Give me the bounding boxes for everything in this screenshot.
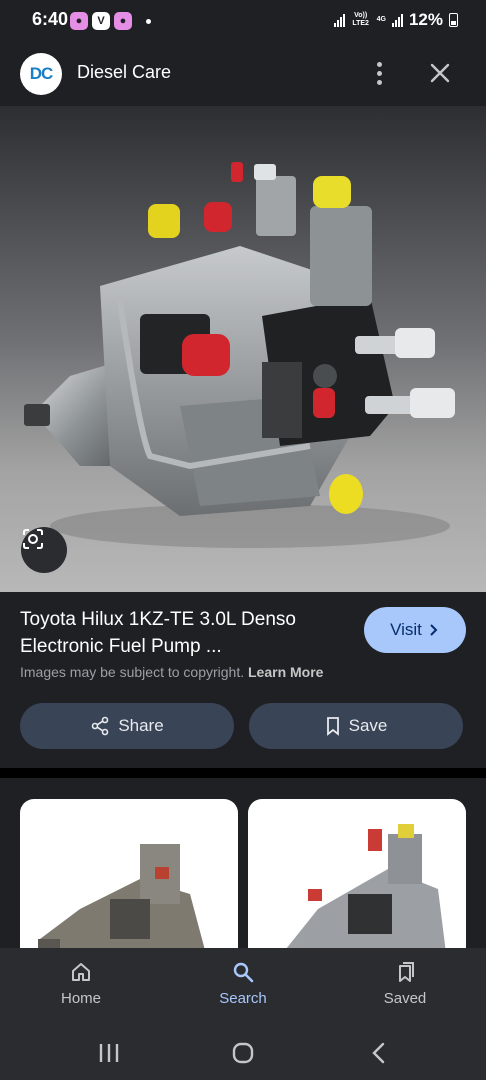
- search-icon: [233, 962, 254, 983]
- save-button[interactable]: Save: [249, 703, 463, 749]
- nav-home[interactable]: Home: [21, 960, 141, 1007]
- copyright-text: Images may be subject to copyright.: [20, 664, 245, 680]
- share-label: Share: [118, 716, 164, 735]
- nav-search-label: Search: [219, 990, 267, 1007]
- recent-apps-icon[interactable]: [95, 1040, 123, 1066]
- lens-icon: [23, 529, 43, 549]
- result-info: Toyota Hilux 1KZ-TE 3.0L Denso Electroni…: [0, 592, 486, 768]
- close-icon[interactable]: [426, 59, 454, 87]
- battery-icon: [449, 13, 458, 27]
- messenger-icon: ●: [114, 12, 132, 30]
- battery-percent: 12%: [408, 10, 443, 29]
- related-image-graphic: [286, 824, 446, 948]
- status-right: Vo)) LTE2 4G 12%: [333, 10, 458, 30]
- learn-more-link[interactable]: Learn More: [248, 664, 323, 680]
- bookmark-icon: [326, 717, 339, 736]
- bottom-navigation: Home Search Saved: [0, 948, 486, 1026]
- result-image[interactable]: [0, 106, 486, 592]
- site-logo[interactable]: DC: [20, 53, 62, 95]
- related-image-graphic: [38, 844, 205, 948]
- network-label: Vo)) LTE2: [352, 12, 369, 27]
- nav-search[interactable]: Search: [183, 960, 303, 1007]
- lens-button[interactable]: [21, 527, 67, 573]
- nav-saved[interactable]: Saved: [345, 960, 465, 1007]
- share-button[interactable]: Share: [20, 703, 234, 749]
- system-navigation: [0, 1026, 486, 1080]
- messenger-icon: ●: [70, 12, 88, 30]
- app-header: DC Diesel Care: [0, 40, 486, 106]
- result-title[interactable]: Toyota Hilux 1KZ-TE 3.0L Denso Electroni…: [20, 606, 350, 660]
- signal-icon: [391, 13, 403, 27]
- visit-button[interactable]: Visit: [364, 607, 466, 653]
- v-app-icon: V: [92, 12, 110, 30]
- save-label: Save: [348, 716, 388, 735]
- site-name: Diesel Care: [77, 62, 172, 82]
- signal-icon: [333, 13, 345, 27]
- more-vert-icon[interactable]: [368, 58, 390, 88]
- related-image[interactable]: [248, 799, 466, 948]
- visit-label: Visit: [390, 620, 422, 639]
- home-system-icon[interactable]: [229, 1040, 257, 1066]
- chevron-right-icon: [430, 624, 438, 636]
- status-notification-icons: ● V ●: [70, 12, 151, 30]
- bookmark-icon: [399, 962, 414, 982]
- nav-home-label: Home: [60, 990, 101, 1007]
- share-icon: [92, 716, 109, 736]
- related-image[interactable]: [20, 799, 238, 948]
- site-logo-text: DC: [29, 64, 54, 83]
- fuel-pump-image: [24, 162, 455, 548]
- network-type: 4G: [376, 16, 386, 23]
- more-notifications-dot: [146, 18, 151, 24]
- status-time: 6:40: [32, 9, 69, 29]
- section-divider: [0, 768, 486, 778]
- back-icon[interactable]: [366, 1040, 394, 1066]
- home-icon: [72, 963, 90, 981]
- nav-saved-label: Saved: [383, 990, 427, 1007]
- copyright-notice: Images may be subject to copyright. Lear…: [20, 664, 323, 680]
- related-images: [0, 778, 486, 948]
- status-bar: 6:40 ● V ● Vo)) LTE2 4G 12%: [0, 0, 486, 40]
